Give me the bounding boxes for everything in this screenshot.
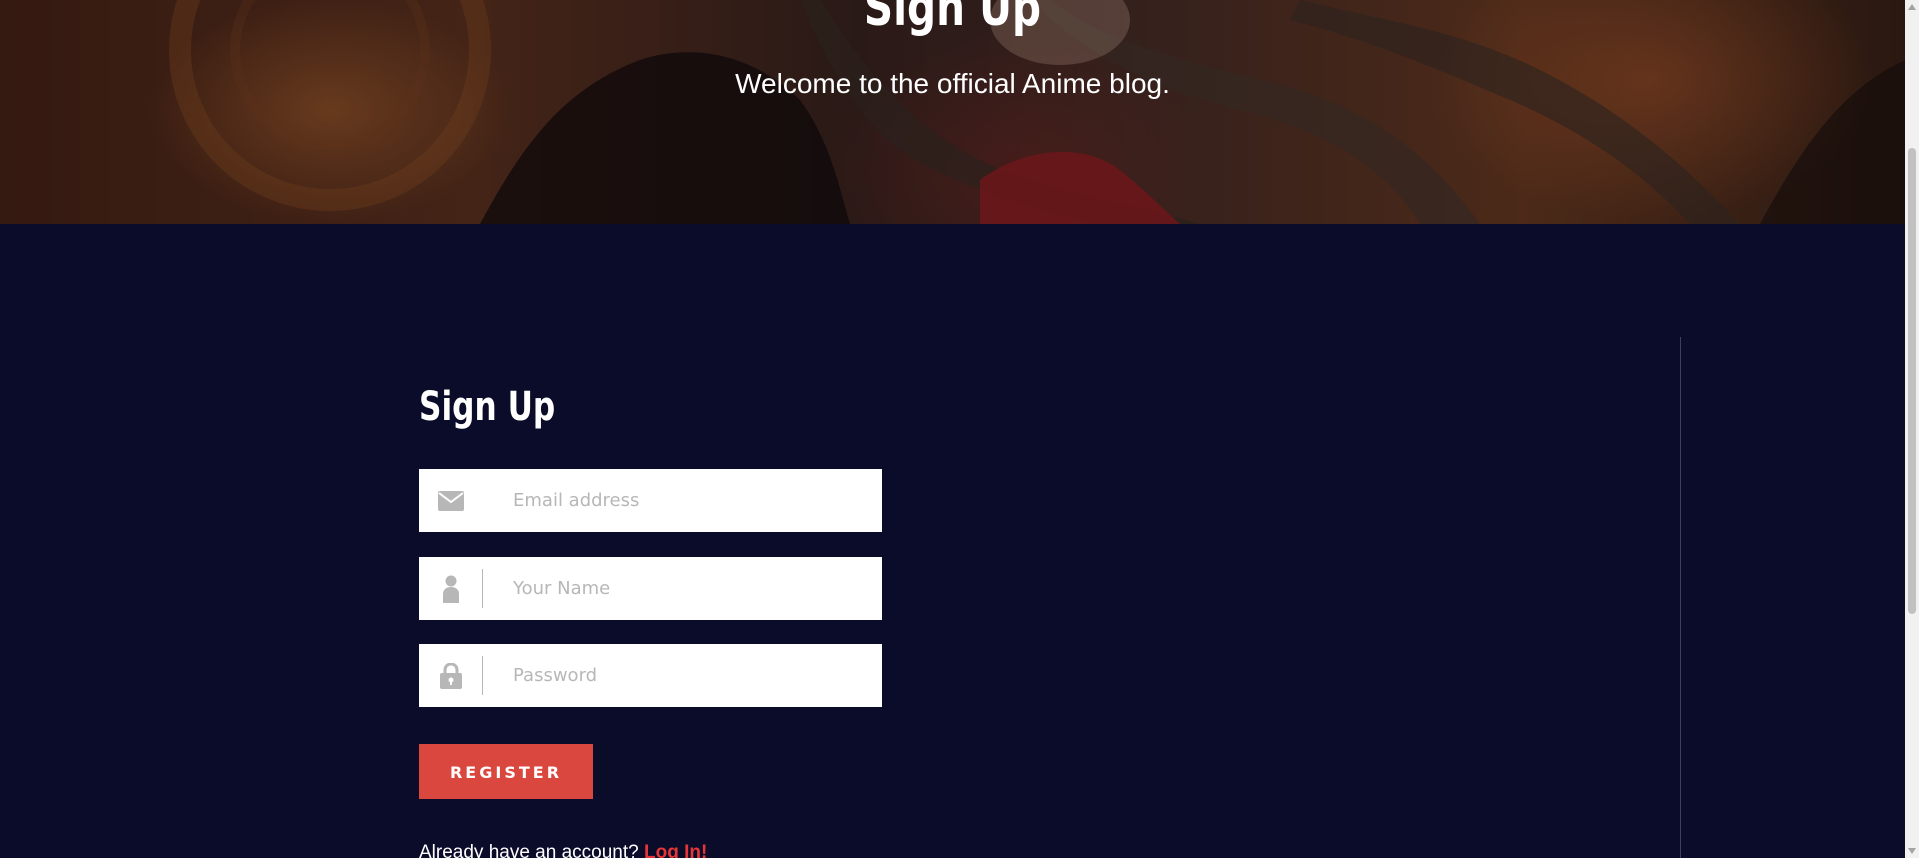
hero-title: Sign Up: [863, 0, 1042, 38]
lock-icon: [419, 644, 483, 707]
field-separator: [482, 656, 483, 695]
vertical-divider: [1680, 337, 1681, 858]
name-input[interactable]: [513, 557, 863, 620]
login-prompt: Already have an account? Log In!: [419, 842, 707, 858]
name-field[interactable]: [419, 557, 882, 620]
email-input[interactable]: [513, 469, 863, 532]
envelope-icon: [419, 469, 483, 532]
hero-banner: Sign Up Welcome to the official Anime bl…: [0, 0, 1905, 224]
user-icon: [419, 557, 483, 620]
scroll-up-arrow-icon[interactable]: [1905, 0, 1919, 14]
page-scrollbar[interactable]: [1905, 0, 1919, 858]
signup-page: Sign Up Welcome to the official Anime bl…: [0, 0, 1919, 858]
login-link[interactable]: Log In!: [644, 842, 707, 858]
hero-subtitle: Welcome to the official Anime blog.: [735, 68, 1170, 99]
login-prompt-text: Already have an account?: [419, 842, 639, 858]
field-separator: [482, 569, 483, 608]
form-title: Sign Up: [419, 384, 556, 430]
scroll-down-arrow-icon[interactable]: [1905, 844, 1919, 858]
password-field[interactable]: [419, 644, 882, 707]
signup-section: Sign Up Email address Your Name REGISTER…: [0, 224, 1905, 858]
register-button[interactable]: REGISTER: [419, 744, 593, 799]
password-input[interactable]: [513, 644, 863, 707]
scrollbar-thumb[interactable]: [1908, 148, 1916, 614]
email-field[interactable]: [419, 469, 882, 532]
